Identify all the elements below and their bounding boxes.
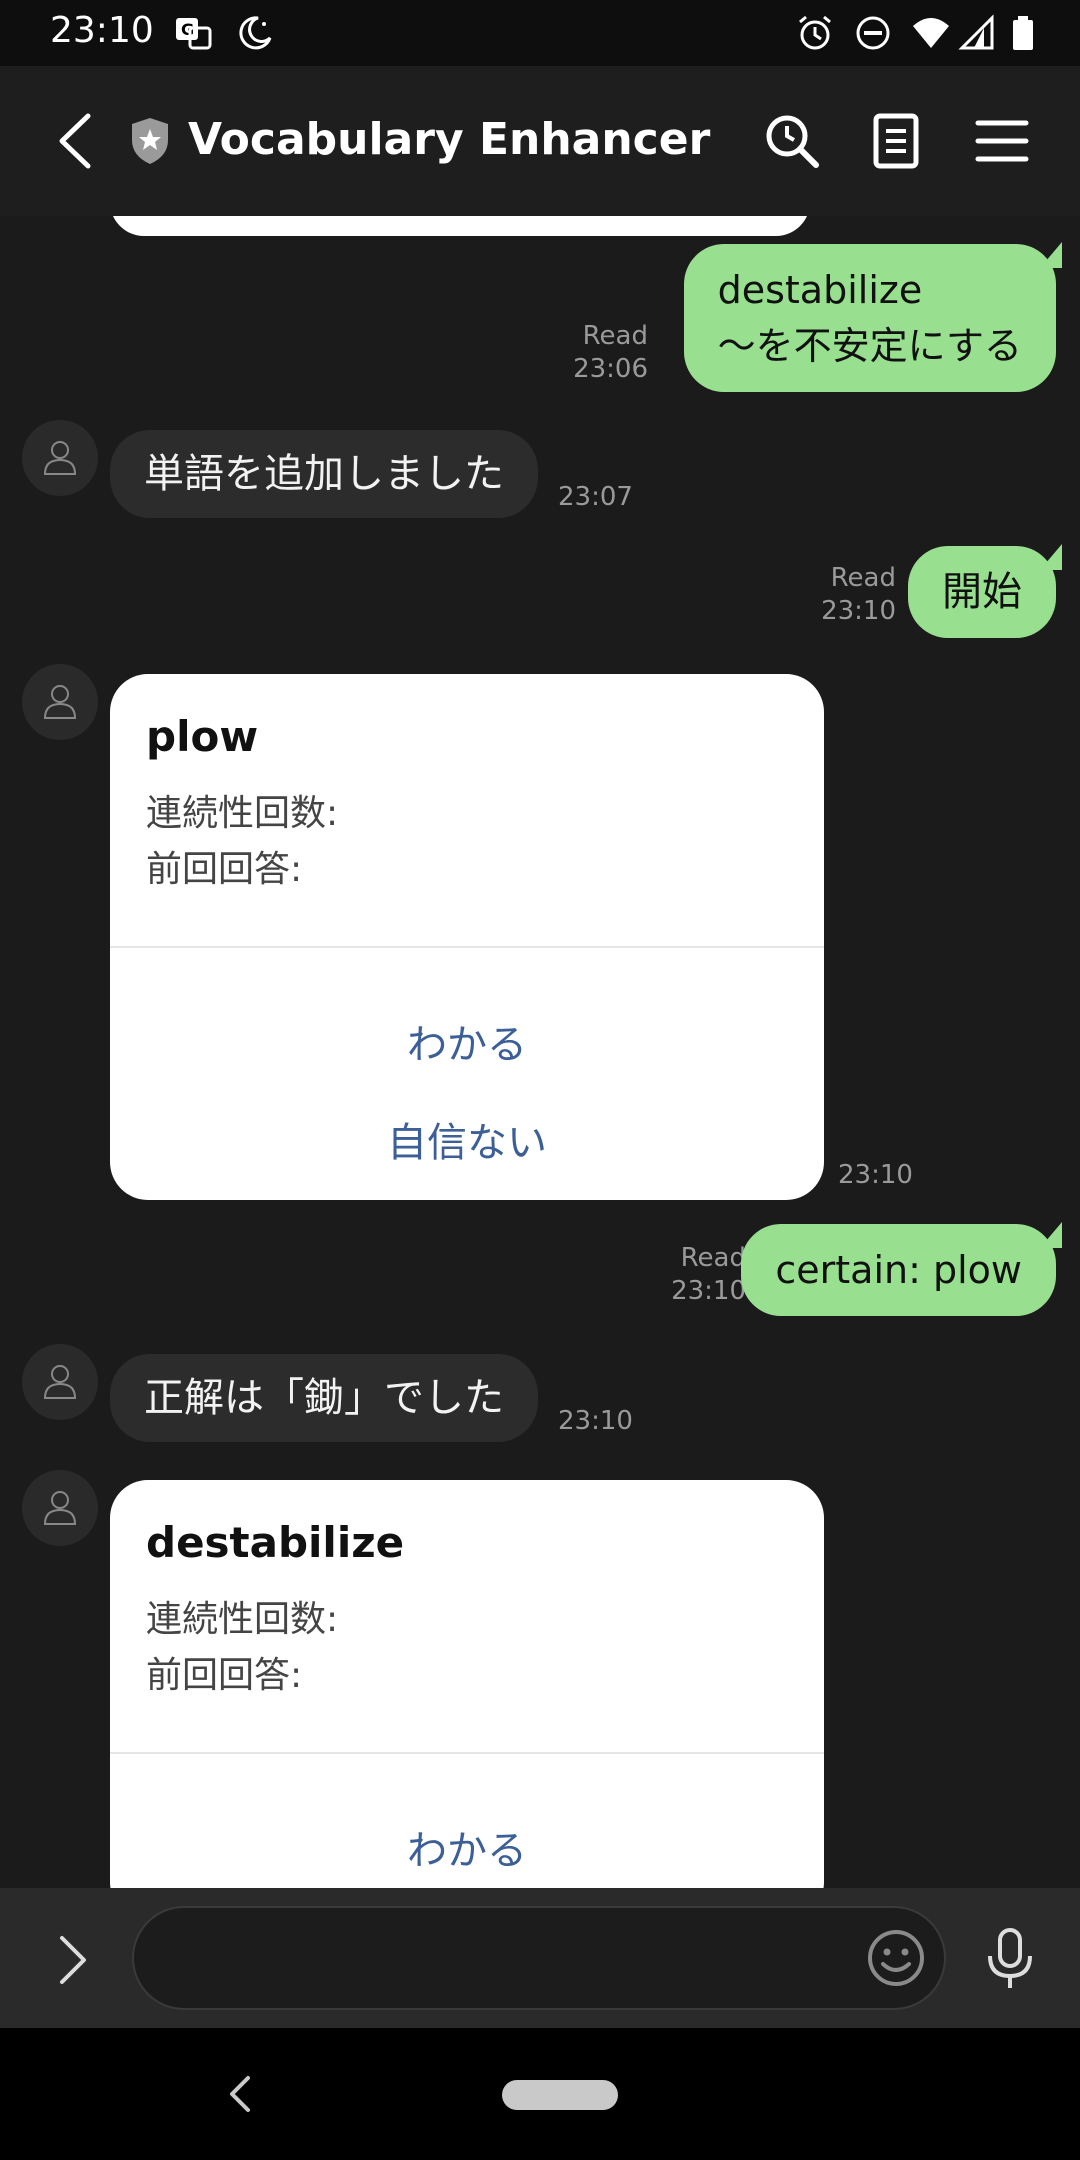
translate-icon: G — [176, 18, 212, 50]
message-line: certain: plow — [775, 1248, 1022, 1292]
avatar[interactable] — [22, 420, 98, 496]
card-last-answer-label: 前回回答: — [146, 1655, 303, 1696]
message-time: 23:07 — [558, 482, 633, 512]
read-status: Read — [680, 1243, 746, 1273]
outgoing-message[interactable]: 開始 — [908, 544, 1062, 638]
message-time: 23:10 — [558, 1406, 633, 1436]
message-time: 23:06 — [573, 354, 648, 384]
not-sure-button[interactable]: 自信ない — [110, 1110, 824, 1168]
card-word: destabilize — [146, 1518, 405, 1567]
incoming-message[interactable]: 単語を追加しました — [110, 430, 538, 518]
chat-header: Vocabulary Enhancer — [0, 66, 1080, 216]
back-arrow-icon[interactable] — [52, 110, 102, 172]
message-line: 〜を不安定にする — [717, 324, 1022, 368]
user-silhouette-icon — [43, 685, 77, 719]
read-status: Read — [582, 321, 648, 351]
card-last-answer-label: 前回回答: — [146, 849, 303, 890]
card-divider — [110, 1752, 824, 1754]
message-input-bar — [0, 1888, 1080, 2028]
message-meta: Read 23:06 — [573, 320, 648, 386]
card-divider — [110, 946, 824, 948]
night-mode-icon — [239, 16, 272, 50]
status-time: 23:10 — [50, 10, 154, 51]
know-button[interactable]: わかる — [110, 1012, 824, 1070]
menu-icon[interactable] — [972, 111, 1032, 171]
message-line: destabilize — [717, 268, 923, 312]
incoming-message[interactable]: 正解は「鋤」でした — [110, 1354, 538, 1442]
notes-icon[interactable] — [866, 111, 926, 171]
user-silhouette-icon — [43, 1365, 77, 1399]
outgoing-message[interactable]: certain: plow — [741, 1222, 1062, 1316]
user-silhouette-icon — [43, 441, 77, 475]
message-input[interactable] — [132, 1906, 946, 2010]
status-bar: 23:10 G — [0, 0, 1080, 66]
chat-area[interactable]: Read 23:06 destabilize 〜を不安定にする 単語を追加しまし… — [0, 216, 1080, 1888]
message-time: 23:10 — [671, 1276, 746, 1306]
wifi-icon — [913, 18, 949, 48]
card-streak-label: 連続性回数: — [146, 1599, 339, 1640]
nav-back-icon[interactable] — [226, 2072, 254, 2116]
know-button[interactable]: わかる — [110, 1818, 824, 1876]
chat-title: Vocabulary Enhancer — [188, 114, 711, 165]
search-icon[interactable] — [762, 111, 822, 171]
avatar[interactable] — [22, 1344, 98, 1420]
home-pill[interactable] — [502, 2080, 618, 2110]
avatar[interactable] — [22, 1470, 98, 1546]
avatar[interactable] — [22, 664, 98, 740]
message-time: 23:10 — [821, 596, 896, 626]
signal-icon — [958, 14, 994, 50]
card-word: plow — [146, 712, 259, 761]
message-meta: Read 23:10 — [821, 562, 896, 628]
quiz-card: destabilize 連続性回数: 前回回答: わかる — [110, 1480, 824, 1888]
card-streak-label: 連続性回数: — [146, 793, 339, 834]
read-status: Read — [830, 563, 896, 593]
do-not-disturb-icon — [856, 16, 890, 50]
message-time: 23:10 — [838, 1160, 913, 1190]
user-silhouette-icon — [43, 1491, 77, 1525]
microphone-icon[interactable] — [982, 1926, 1038, 1992]
battery-icon — [1013, 16, 1033, 50]
alarm-icon — [799, 15, 831, 50]
previous-card-edge — [110, 216, 810, 236]
shield-star-icon — [132, 118, 168, 164]
emoji-icon[interactable] — [866, 1928, 926, 1988]
message-meta: Read 23:10 — [671, 1242, 746, 1308]
quiz-card: plow 連続性回数: 前回回答: わかる 自信ない — [110, 674, 824, 1200]
message-line: 開始 — [942, 569, 1022, 615]
outgoing-message[interactable]: destabilize 〜を不安定にする — [683, 242, 1063, 392]
system-nav-bar — [0, 2028, 1080, 2160]
expand-icon[interactable] — [52, 1932, 92, 1988]
